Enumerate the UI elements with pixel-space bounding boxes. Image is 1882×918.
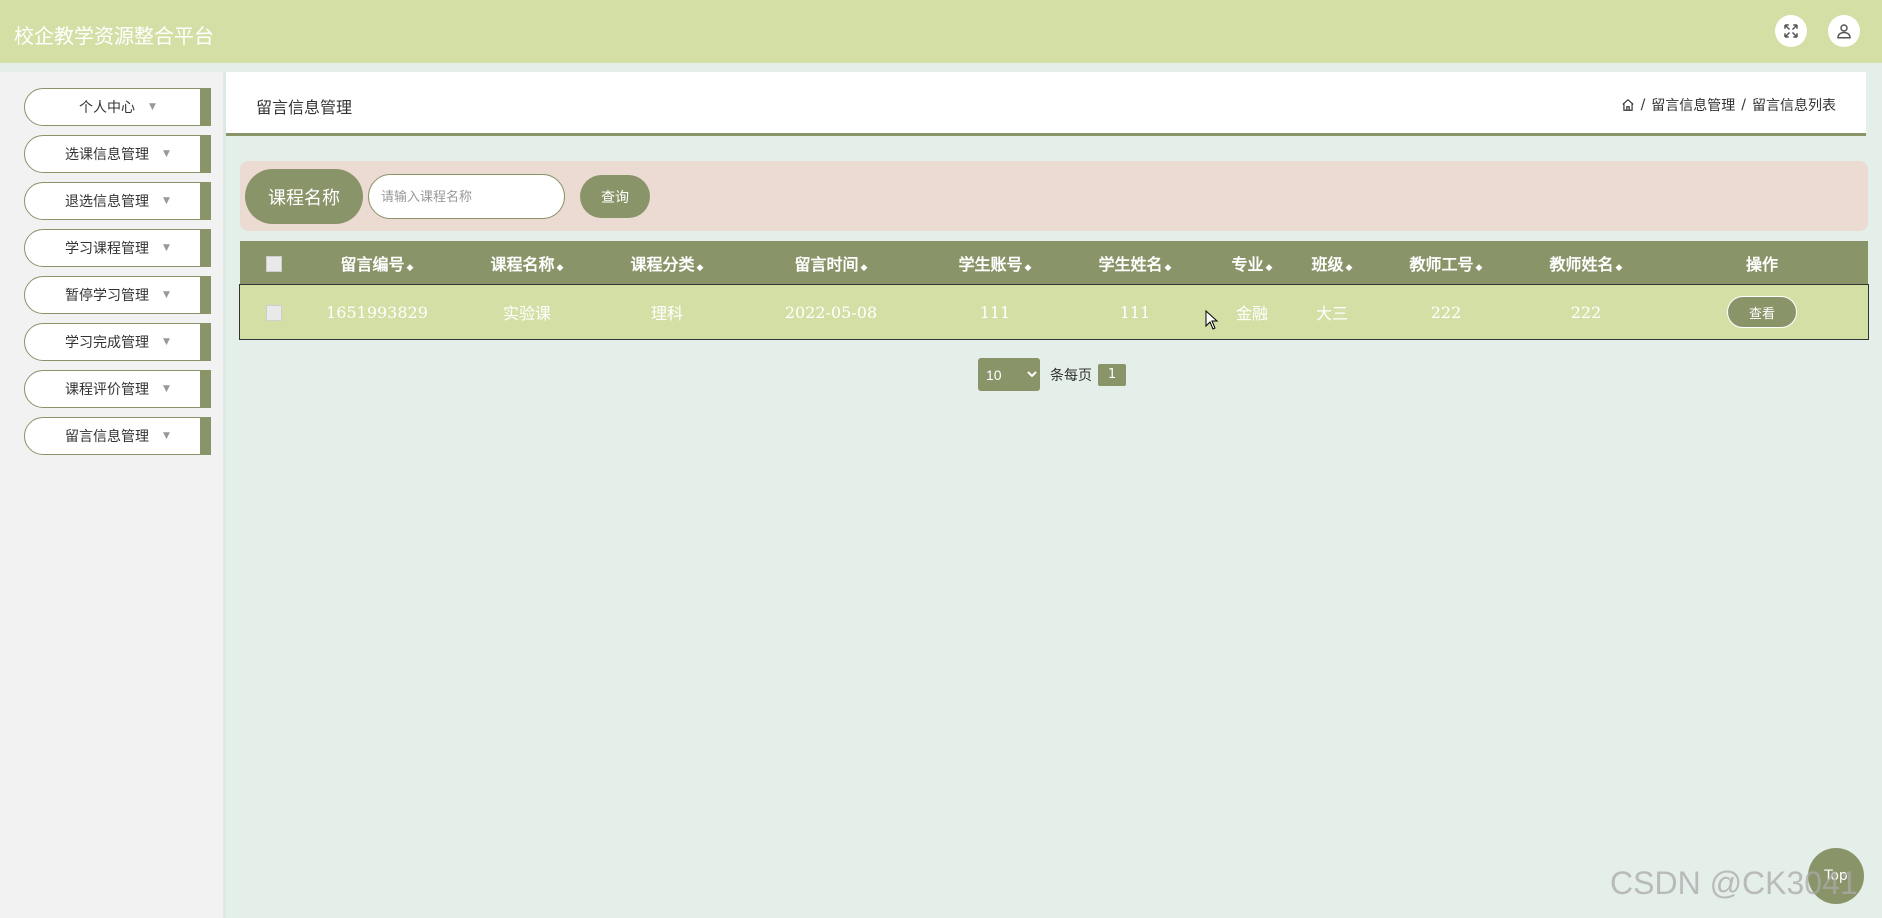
sort-icon: ◆ <box>1345 263 1353 273</box>
table-row[interactable]: 1651993829 实验课 理科 2022-05-08 111 111 金融 … <box>239 284 1869 340</box>
sidebar-item-label: 学习课程管理 <box>65 241 150 257</box>
sidebar-item-course-selection[interactable]: 选课信息管理 ▼ <box>24 135 211 173</box>
sidebar-item-label: 选课信息管理 <box>65 147 150 163</box>
sidebar-item-label: 学习完成管理 <box>65 335 150 351</box>
sidebar-item-study-course[interactable]: 学习课程管理 ▼ <box>24 229 211 267</box>
column-header[interactable]: 班级 ◆ <box>1288 241 1376 285</box>
sidebar-item-course-withdrawal[interactable]: 退选信息管理 ▼ <box>24 182 211 220</box>
cell-teacher-id: 222 <box>1430 302 1462 322</box>
cell-course-category: 理科 <box>650 304 683 323</box>
sidebar: 个人中心 ▼ 选课信息管理 ▼ 退选信息管理 ▼ 学习课程管理 ▼ 暂停学习管理 ▼ 学习… <box>0 72 226 918</box>
sort-icon: ◆ <box>406 263 414 273</box>
top-header: 校企教学资源整合平台 <box>0 0 1882 63</box>
chevron-down-icon: ▼ <box>163 149 170 159</box>
pagination: 10 条每页 1 <box>978 358 1126 391</box>
breadcrumb-item-messages[interactable]: 留言信息管理 <box>1651 95 1735 115</box>
sidebar-item-messages[interactable]: 留言信息管理 ▼ <box>24 417 211 455</box>
sidebar-item-label: 课程评价管理 <box>65 382 150 398</box>
cell-student-account: 111 <box>979 302 1011 322</box>
page-number-current[interactable]: 1 <box>1098 363 1126 386</box>
column-header[interactable]: 学生姓名 ◆ <box>1054 241 1216 285</box>
page-size-select[interactable]: 10 <box>978 358 1040 391</box>
chevron-down-icon: ▼ <box>163 337 170 347</box>
breadcrumb: / 留言信息管理 / 留言信息列表 <box>1621 95 1836 115</box>
cell-class: 大三 <box>1315 304 1348 323</box>
sidebar-item-label: 个人中心 <box>79 100 136 116</box>
cell-student-name: 111 <box>1119 302 1151 322</box>
chevron-down-icon: ▼ <box>163 431 170 441</box>
message-table: 留言编号 ◆ 课程名称 ◆ 课程分类 ◆ 留言时间 ◆ 学生账号 ◆ 学生姓名 ◆ 专业 ◆ … <box>239 241 1869 340</box>
app-title: 校企教学资源整合平台 <box>14 24 214 48</box>
sidebar-item-label: 退选信息管理 <box>65 194 150 210</box>
user-icon <box>1837 24 1851 39</box>
chevron-down-icon: ▼ <box>163 290 170 300</box>
sort-icon: ◆ <box>696 263 704 273</box>
view-button[interactable]: 查看 <box>1727 296 1797 328</box>
column-header[interactable]: 课程名称 ◆ <box>446 241 608 285</box>
expand-icon <box>1784 24 1798 38</box>
cell-teacher-name: 222 <box>1570 302 1602 322</box>
breadcrumb-item-message-list: 留言信息列表 <box>1752 98 1836 114</box>
sort-icon: ◆ <box>860 263 868 273</box>
chevron-down-icon: ▼ <box>149 102 156 112</box>
sidebar-item-study-complete[interactable]: 学习完成管理 ▼ <box>24 323 211 361</box>
chevron-down-icon: ▼ <box>163 243 170 253</box>
sort-icon: ◆ <box>1475 263 1483 273</box>
column-header[interactable]: 课程分类 ◆ <box>608 241 726 285</box>
page-title: 留言信息管理 <box>256 98 353 117</box>
cell-course-name: 实验课 <box>502 304 551 323</box>
cell-major: 金融 <box>1235 304 1268 323</box>
sort-icon: ◆ <box>556 263 564 273</box>
title-bar: 留言信息管理 / 留言信息管理 / 留言信息列表 <box>226 72 1866 136</box>
column-header[interactable]: 学生账号 ◆ <box>936 241 1054 285</box>
chevron-down-icon: ▼ <box>163 196 170 206</box>
breadcrumb-separator: / <box>1640 97 1646 113</box>
course-name-search-input[interactable] <box>368 174 565 219</box>
search-button[interactable]: 查询 <box>580 175 650 218</box>
sort-icon: ◆ <box>1265 263 1273 273</box>
fullscreen-button[interactable] <box>1775 15 1807 47</box>
sidebar-item-course-review[interactable]: 课程评价管理 ▼ <box>24 370 211 408</box>
sidebar-item-label: 暂停学习管理 <box>65 288 150 304</box>
sidebar-item-pause-study[interactable]: 暂停学习管理 ▼ <box>24 276 211 314</box>
search-panel: 课程名称 查询 <box>240 161 1868 231</box>
home-icon[interactable] <box>1621 98 1635 112</box>
table-header-row: 留言编号 ◆ 课程名称 ◆ 课程分类 ◆ 留言时间 ◆ 学生账号 ◆ 学生姓名 ◆ 专业 ◆ … <box>240 241 1868 285</box>
cell-message-time: 2022-05-08 <box>784 302 878 322</box>
watermark: CSDN @CK3041 <box>1610 865 1858 901</box>
column-header[interactable]: 教师姓名 ◆ <box>1516 241 1656 285</box>
cell-message-id: 1651993829 <box>326 302 428 322</box>
row-checkbox[interactable] <box>266 305 282 321</box>
column-header-actions: 操作 <box>1745 255 1778 274</box>
sidebar-item-personal-center[interactable]: 个人中心 ▼ <box>24 88 211 126</box>
per-page-label: 条每页 <box>1050 367 1092 384</box>
column-header[interactable]: 留言编号 ◆ <box>308 241 446 285</box>
breadcrumb-separator: / <box>1741 97 1746 113</box>
mouse-cursor-icon <box>1205 310 1219 330</box>
sort-icon: ◆ <box>1164 263 1172 273</box>
sort-icon: ◆ <box>1615 263 1623 273</box>
select-all-checkbox[interactable] <box>266 256 282 272</box>
column-header[interactable]: 专业 ◆ <box>1216 241 1288 285</box>
user-menu-button[interactable] <box>1828 15 1860 47</box>
column-header[interactable]: 留言时间 ◆ <box>726 241 936 285</box>
sidebar-item-label: 留言信息管理 <box>65 429 150 445</box>
column-header[interactable]: 教师工号 ◆ <box>1376 241 1516 285</box>
sort-icon: ◆ <box>1024 263 1032 273</box>
search-label: 课程名称 <box>245 169 363 224</box>
chevron-down-icon: ▼ <box>163 384 170 394</box>
